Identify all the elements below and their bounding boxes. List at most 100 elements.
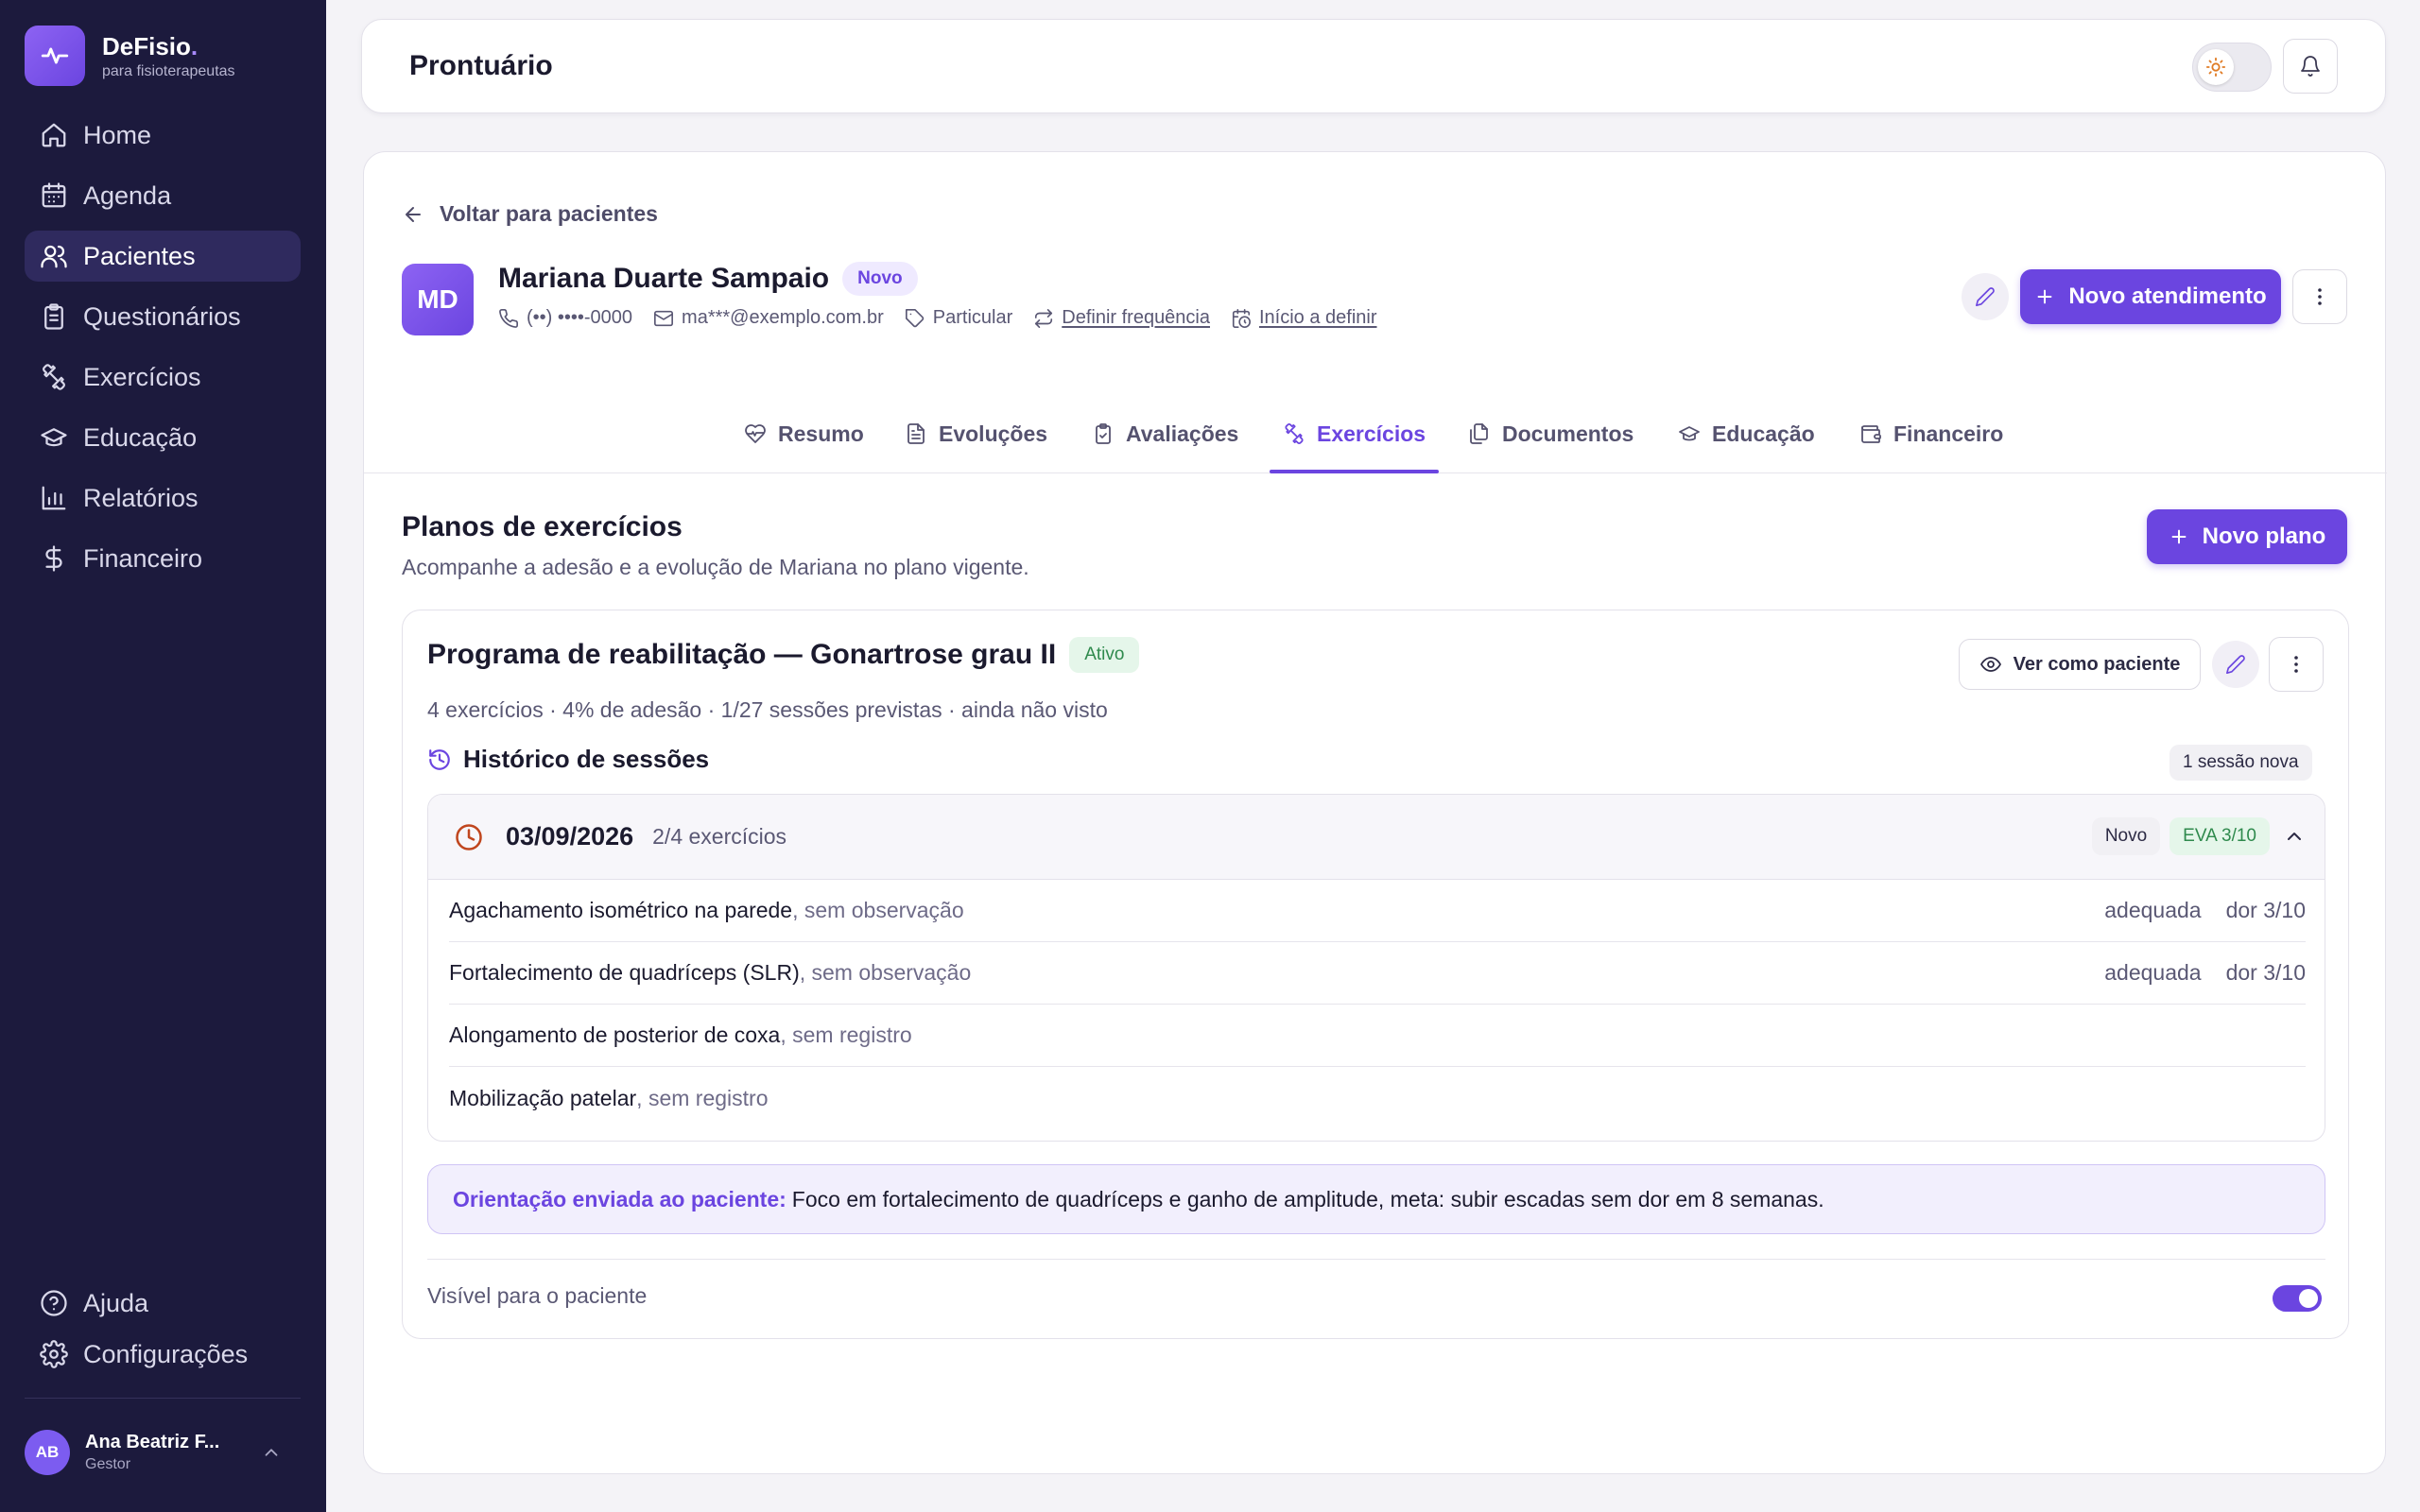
visible-to-patient-label: Visível para o paciente — [427, 1283, 648, 1308]
start-date-link[interactable]: Início a definir — [1231, 307, 1377, 329]
patient-insurance-text: Particular — [932, 307, 1013, 328]
wallet-icon — [1861, 425, 1881, 443]
sidebar-item-exercicios[interactable]: Exercícios — [25, 352, 301, 403]
patient-phone: (••) ••••-0000 — [498, 307, 632, 329]
history-icon — [429, 748, 450, 770]
sidebar-item-financeiro[interactable]: Financeiro — [25, 533, 301, 584]
session-exercise-count: 2/4 exercícios — [652, 824, 787, 849]
exercise-observation: , sem observação — [792, 898, 964, 922]
toggle-knob — [2299, 1289, 2318, 1308]
sidebar-item-questionarios[interactable]: Questionários — [25, 291, 301, 342]
clock-icon — [456, 823, 482, 850]
plus-icon — [2171, 529, 2187, 544]
bar-chart-icon — [42, 486, 66, 510]
patient-name: Mariana Duarte Sampaio — [498, 263, 830, 294]
exercise-effort: adequada — [2104, 898, 2202, 922]
tab-label: Avaliações — [1126, 421, 1239, 446]
plan-status-badge: Ativo — [1069, 637, 1140, 673]
clipboard-check-icon — [1096, 423, 1111, 444]
define-frequency-text: Definir frequência — [1062, 307, 1210, 328]
user-menu[interactable]: AB Ana Beatriz F... Gestor — [25, 1427, 301, 1478]
edit-patient-button[interactable] — [1962, 273, 2009, 320]
tab-exercicios[interactable]: Exercícios — [1269, 394, 1440, 473]
clipboard-icon — [44, 303, 63, 330]
mail-icon — [654, 310, 674, 326]
plan-meta: 4 exercícios · 4% de adesão · 1/27 sessõ… — [427, 697, 1108, 722]
tab-label: Financeiro — [1893, 421, 2004, 446]
user-name: Ana Beatriz F... — [85, 1432, 220, 1452]
dumbbell-icon — [1285, 423, 1304, 444]
exercise-observation: , sem registro — [636, 1085, 769, 1110]
tab-label: Educação — [1712, 421, 1815, 446]
brand[interactable]: DeFisio. para fisioterapeutas — [25, 26, 235, 86]
calendar-icon — [42, 182, 66, 208]
sidebar-item-ajuda[interactable]: Ajuda — [25, 1278, 301, 1329]
home-icon — [42, 123, 66, 147]
sidebar-item-label: Home — [83, 120, 152, 149]
define-frequency-link[interactable]: Definir frequência — [1033, 307, 1210, 329]
sidebar-item-relatorios[interactable]: Relatórios — [25, 472, 301, 524]
sidebar-nav: Home Agenda Pacientes Questionários Exer… — [25, 110, 301, 593]
sidebar-divider — [25, 1398, 301, 1399]
chevron-up-icon[interactable] — [2283, 825, 2306, 848]
topbar: Prontuário — [361, 19, 2386, 113]
brand-name: DeFisio. — [102, 31, 199, 60]
sidebar-item-label: Exercícios — [83, 362, 201, 391]
theme-toggle[interactable] — [2192, 43, 2272, 92]
view-as-patient-label: Ver como paciente — [2013, 653, 2181, 675]
tab-resumo[interactable]: Resumo — [744, 394, 864, 473]
sidebar-item-configuracoes[interactable]: Configurações — [25, 1329, 301, 1380]
new-appointment-button[interactable]: Novo atendimento — [2020, 269, 2281, 324]
exercise-name: Alongamento de posterior de coxa — [449, 1022, 781, 1047]
sidebar-item-agenda[interactable]: Agenda — [25, 170, 301, 221]
patient-insurance: Particular — [905, 307, 1012, 329]
brand-subtitle: para fisioterapeutas — [102, 62, 235, 79]
new-sessions-badge: 1 sessão nova — [2169, 745, 2312, 781]
list-item: Fortalecimento de quadríceps (SLR), sem … — [449, 942, 2306, 1005]
plan-more-button[interactable] — [2269, 637, 2324, 692]
arrow-left-icon — [406, 206, 421, 222]
sidebar-item-label: Relatórios — [83, 483, 199, 512]
tab-educacao[interactable]: Educação — [1678, 394, 1815, 473]
tab-label: Evoluções — [939, 421, 1048, 446]
user-role: Gestor — [85, 1456, 131, 1472]
heart-pulse-icon — [745, 424, 766, 443]
session-history-label: Histórico de sessões — [463, 745, 710, 773]
patient-email-text: ma***@exemplo.com.br — [682, 307, 884, 328]
edit-plan-button[interactable] — [2212, 641, 2259, 688]
more-vertical-icon — [2294, 656, 2298, 673]
tab-documentos[interactable]: Documentos — [1468, 394, 1634, 473]
back-link-label: Voltar para pacientes — [440, 201, 658, 226]
tab-avaliacoes[interactable]: Avaliações — [1092, 394, 1238, 473]
sidebar-item-label: Educação — [83, 422, 198, 452]
eye-icon — [1979, 657, 2001, 672]
tab-label: Exercícios — [1317, 421, 1426, 446]
sidebar-item-pacientes[interactable]: Pacientes — [25, 231, 301, 282]
back-to-patients-link[interactable]: Voltar para pacientes — [402, 201, 658, 227]
patient-orientation-note: Orientação enviada ao paciente: Foco em … — [427, 1164, 2325, 1234]
section-subtitle: Acompanhe a adesão e a evolução de Maria… — [402, 555, 1029, 579]
orientation-text: Foco em fortalecimento de quadríceps e g… — [791, 1186, 1824, 1211]
patient-email: ma***@exemplo.com.br — [653, 307, 884, 329]
sidebar-item-educacao[interactable]: Educação — [25, 412, 301, 463]
status-badge: Novo — [842, 262, 918, 296]
session-history-title: Histórico de sessões — [427, 745, 709, 774]
session-header[interactable]: 03/09/2026 2/4 exercícios Novo EVA 3/10 — [428, 795, 2325, 880]
view-as-patient-button[interactable]: Ver como paciente — [1959, 639, 2201, 690]
visible-to-patient-toggle[interactable] — [2273, 1285, 2322, 1312]
exercise-name: Fortalecimento de quadríceps (SLR) — [449, 960, 800, 985]
plus-icon — [2037, 289, 2052, 304]
notifications-button[interactable] — [2283, 39, 2338, 94]
chevron-up-icon — [265, 1449, 278, 1456]
page-title: Prontuário — [409, 50, 553, 81]
orientation-label: Orientação enviada ao paciente: — [453, 1186, 786, 1211]
sidebar-item-home[interactable]: Home — [25, 110, 301, 161]
patient-meta: (••) ••••-0000 ma***@exemplo.com.br Part… — [498, 307, 1398, 329]
new-plan-button[interactable]: Novo plano — [2147, 509, 2347, 564]
pencil-icon — [1976, 287, 1995, 306]
plan-title: Programa de reabilitação — Gonartrose gr… — [427, 639, 1057, 670]
patient-more-button[interactable] — [2292, 269, 2347, 324]
sidebar-item-label: Ajuda — [83, 1288, 149, 1317]
tab-financeiro[interactable]: Financeiro — [1859, 394, 2003, 473]
tab-evolucoes[interactable]: Evoluções — [905, 394, 1047, 473]
